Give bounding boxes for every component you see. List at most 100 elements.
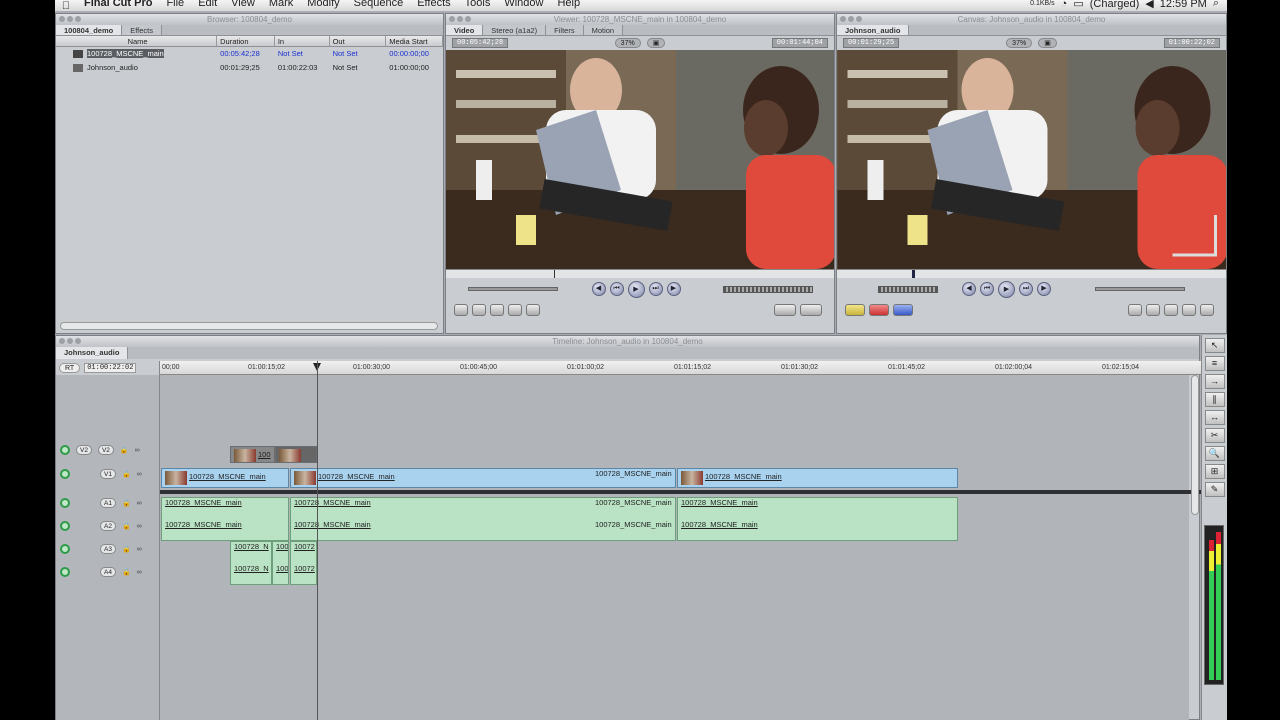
a3-a4-clip[interactable]: 100728_N 100728_N — [230, 541, 272, 585]
track-audible-toggle[interactable] — [60, 521, 70, 531]
canvas-view-popup[interactable]: ▣ — [1038, 38, 1057, 48]
viewer-prev-edit-button[interactable]: ⏮ — [609, 282, 624, 296]
viewer-current-tc[interactable]: 00:01:44;04 — [771, 38, 828, 48]
selection-tool-icon[interactable]: ↖ — [1204, 338, 1225, 353]
viewer-add-marker-button[interactable] — [508, 304, 522, 316]
lock-icon[interactable]: 🔒 — [120, 446, 129, 454]
canvas-mark-clip-button[interactable] — [1182, 304, 1196, 316]
track-visibility-toggle[interactable] — [60, 469, 70, 479]
clip-name[interactable]: 100728_MSCNE_main — [87, 49, 164, 58]
viewer-view-popup[interactable]: ▣ — [646, 38, 666, 48]
canvas-zoom-popup[interactable]: 37% — [1006, 38, 1033, 48]
sequence-name[interactable]: Johnson_audio — [87, 63, 138, 72]
menu-window[interactable]: Window — [497, 0, 550, 9]
viewer-mark-out-button[interactable] — [490, 304, 504, 316]
lock-icon[interactable]: 🔒 — [122, 568, 131, 576]
track-dest-v1[interactable]: V1 — [100, 469, 116, 479]
a3-a4-clip[interactable]: 10072 10072 — [290, 541, 317, 585]
link-icon[interactable]: ∞ — [137, 569, 142, 576]
canvas-next-edit-button[interactable]: ⏭ — [1019, 282, 1033, 296]
wifi-icon[interactable]: ◔ — [1061, 0, 1068, 10]
v2-clip[interactable]: 100 — [230, 446, 275, 463]
canvas-mark-out-button[interactable] — [1146, 304, 1160, 316]
canvas-insert-edit-button[interactable] — [845, 304, 865, 316]
column-media-start[interactable]: Media Start — [386, 36, 443, 46]
track-audible-toggle[interactable] — [60, 498, 70, 508]
tab-stereo[interactable]: Stereo (a1a2) — [483, 25, 547, 35]
menu-help[interactable]: Help — [550, 0, 587, 9]
canvas-play-button[interactable]: ▶ — [998, 280, 1015, 298]
canvas-current-tc[interactable]: 01:00:22;02 — [1163, 38, 1220, 48]
link-icon[interactable]: ∞ — [137, 500, 142, 507]
v1-clip[interactable]: 100728_MSCNE_main — [161, 468, 289, 488]
timeline-titlebar[interactable]: Timeline: Johnson_audio in 100804_demo — [56, 336, 1199, 347]
track-dest-v2[interactable]: V2 — [97, 445, 114, 455]
canvas-shuttle-control[interactable] — [878, 285, 938, 293]
canvas-match-frame-button[interactable] — [1200, 304, 1214, 316]
tab-filters[interactable]: Filters — [546, 25, 584, 35]
rt-menu[interactable]: RT — [59, 363, 81, 373]
menu-effects[interactable]: Effects — [410, 0, 457, 9]
a1-a2-clip[interactable]: 100728_MSCNE_main 100728_MSCNE_main 100728… — [290, 497, 676, 541]
minimize-button[interactable] — [67, 16, 73, 22]
viewer-jog-control[interactable] — [467, 287, 558, 291]
playhead[interactable] — [317, 361, 318, 720]
pen-tool-icon[interactable]: ✎ — [1204, 482, 1225, 497]
viewer-scrubber[interactable] — [446, 269, 834, 278]
canvas-prev-edit-button[interactable]: ⏮ — [980, 282, 994, 296]
menu-modify[interactable]: Modify — [300, 0, 346, 9]
canvas-play-in-to-out-button[interactable]: ◀ — [962, 282, 976, 296]
column-out[interactable]: Out — [330, 36, 387, 46]
v2-clip[interactable] — [275, 446, 317, 463]
apple-menu-icon[interactable]:  — [55, 0, 77, 11]
viewer-match-frame-button[interactable] — [454, 304, 468, 316]
lock-icon[interactable]: 🔒 — [122, 522, 131, 530]
link-icon[interactable]: ∞ — [137, 523, 142, 530]
tab-effects[interactable]: Effects — [122, 25, 162, 35]
tab-johnson-audio[interactable]: Johnson_audio — [837, 25, 910, 35]
column-in[interactable]: In — [275, 36, 330, 46]
column-name[interactable]: Name — [56, 36, 218, 46]
canvas-duration-tc[interactable]: 00:01:29;25 — [843, 38, 900, 48]
column-duration[interactable]: Duration — [217, 36, 275, 46]
viewer-generator-button[interactable] — [800, 304, 822, 316]
zoom-tool-icon[interactable]: 🔍 — [1204, 446, 1225, 461]
tab-project[interactable]: 100804_demo — [56, 25, 123, 35]
track-audible-toggle[interactable] — [60, 567, 70, 577]
viewer-mark-in-button[interactable] — [472, 304, 486, 316]
video-audio-divider[interactable] — [160, 490, 1227, 494]
a1-a2-clip[interactable]: 100728_MSCNE_main 100728_MSCNE_main — [677, 497, 958, 541]
spotlight-icon[interactable]: ⌕ — [1213, 0, 1219, 10]
canvas-overwrite-edit-button[interactable] — [869, 304, 889, 316]
tab-video[interactable]: Video — [446, 25, 484, 35]
lock-icon[interactable]: 🔒 — [122, 499, 131, 507]
menu-view[interactable]: View — [224, 0, 262, 9]
menu-tools[interactable]: Tools — [458, 0, 498, 9]
link-icon[interactable]: ∞ — [137, 546, 142, 553]
tab-motion[interactable]: Motion — [583, 25, 624, 35]
lock-icon[interactable]: 🔒 — [122, 470, 131, 478]
viewer-next-edit-button[interactable]: ⏭ — [648, 282, 663, 296]
viewer-video-frame[interactable] — [446, 50, 834, 269]
menu-app-name[interactable]: Final Cut Pro — [77, 0, 159, 9]
canvas-mark-in-button[interactable] — [1128, 304, 1142, 316]
table-row[interactable]: 100728_MSCNE_main 00:05:42;28 Not Set No… — [56, 47, 443, 61]
canvas-add-marker-button[interactable] — [1164, 304, 1178, 316]
viewer-titlebar[interactable]: Viewer: 100728_MSCNE_main in 100804_demo — [446, 14, 834, 25]
a1-a2-clip[interactable]: 100728_MSCNE_main 100728_MSCNE_main — [161, 497, 289, 541]
menu-mark[interactable]: Mark — [262, 0, 300, 9]
v1-clip[interactable]: 100728_MSCNE_main — [677, 468, 958, 488]
tab-sequence[interactable]: Johnson_audio — [56, 347, 129, 359]
zoom-button[interactable] — [75, 16, 81, 22]
track-audible-toggle[interactable] — [60, 544, 70, 554]
viewer-play-in-to-out-button[interactable]: ◀ — [591, 282, 606, 296]
browser-scrollbar[interactable] — [60, 322, 438, 330]
viewer-duration-tc[interactable]: 00:05:42;28 — [452, 38, 509, 48]
canvas-jog-control[interactable] — [1095, 287, 1185, 291]
menu-clock[interactable]: 12:59 PM — [1160, 0, 1207, 10]
track-dest-a3[interactable]: A3 — [100, 544, 116, 554]
lock-icon[interactable]: 🔒 — [122, 545, 131, 553]
roll-tool-icon[interactable]: ↔ — [1204, 410, 1225, 425]
track-dest-a1[interactable]: A1 — [100, 498, 116, 508]
timeline-scrollbar-v[interactable] — [1191, 375, 1199, 515]
